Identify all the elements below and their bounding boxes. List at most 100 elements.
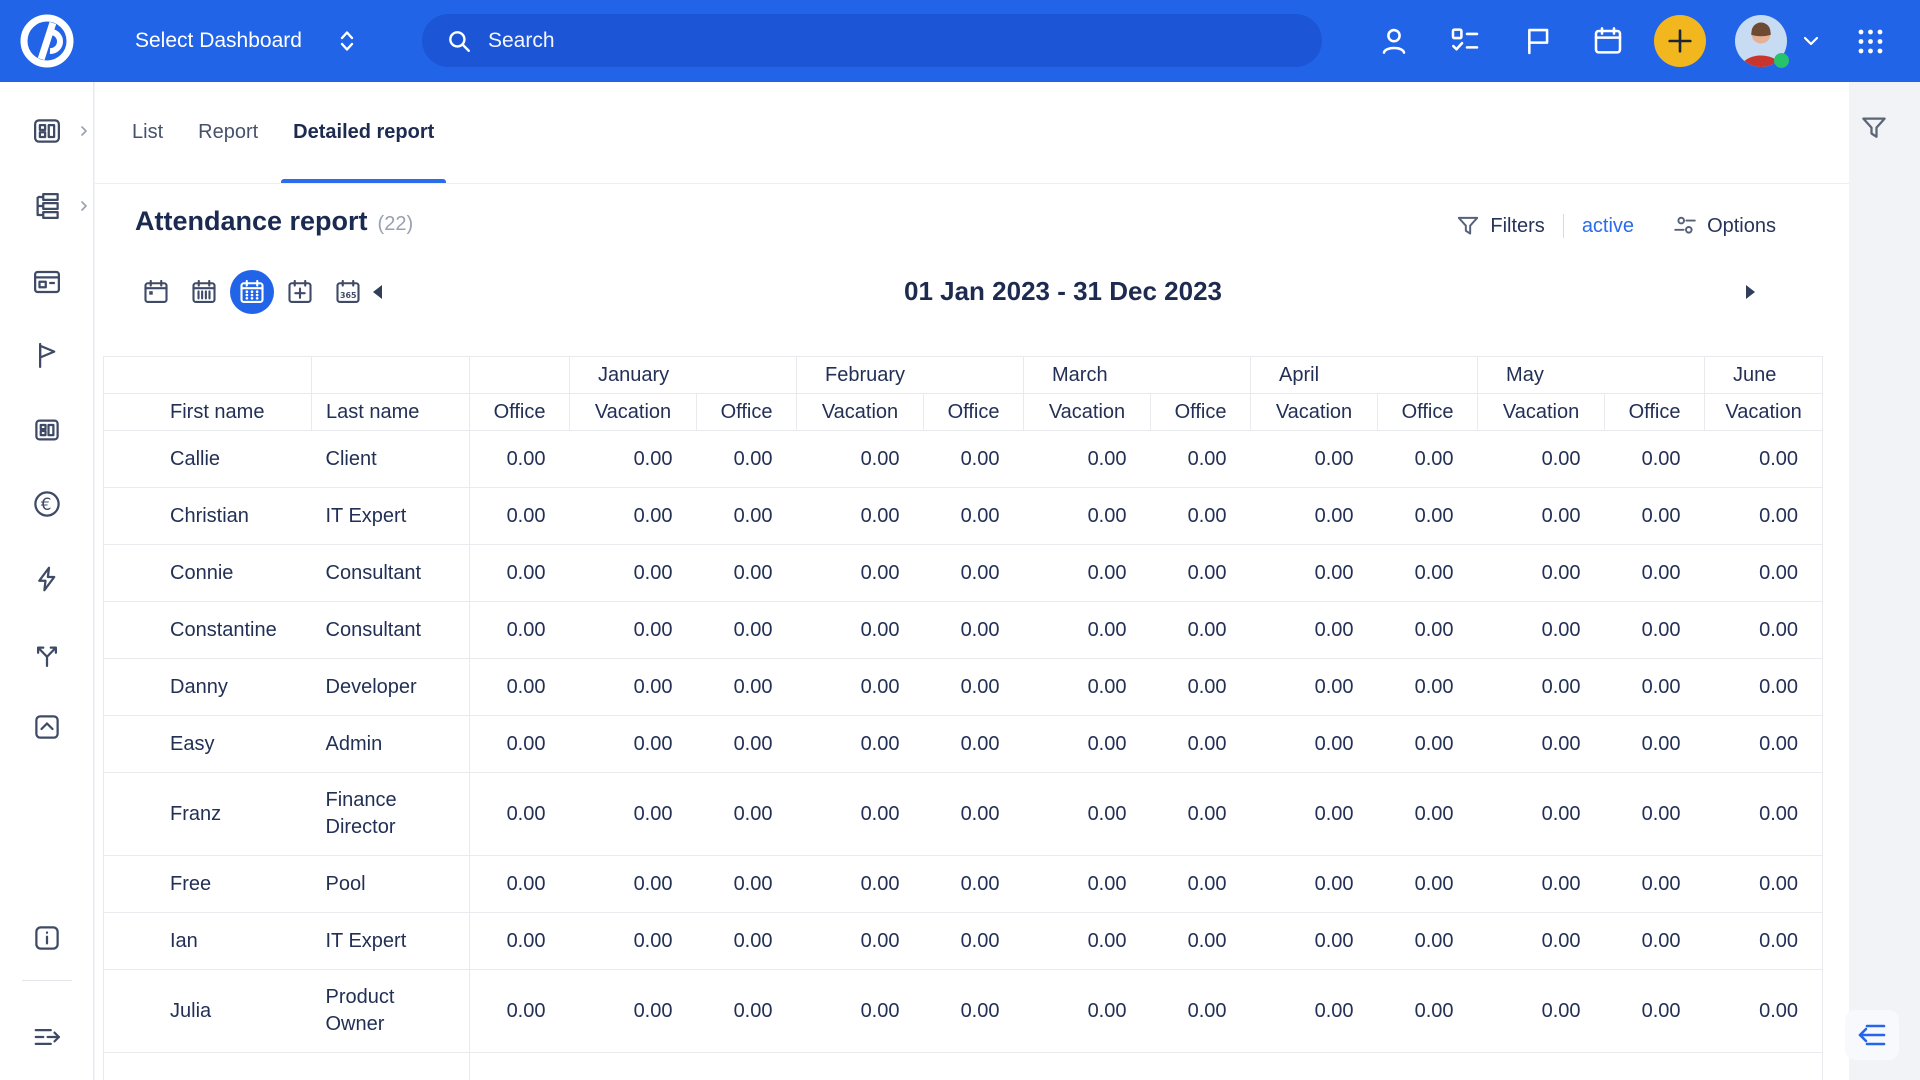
cell-last-name: Consultant: [312, 602, 470, 659]
cell-value: 0.00: [924, 431, 1024, 488]
calendar-icon[interactable]: [1592, 25, 1624, 57]
user-icon[interactable]: [1378, 25, 1410, 57]
tab-report[interactable]: Report: [186, 82, 270, 183]
sidebar-item-panels[interactable]: [32, 415, 62, 445]
cell-value: 0.00: [924, 856, 1024, 913]
options-button[interactable]: Options: [1672, 213, 1776, 239]
cell-value: 0.00: [470, 716, 570, 773]
month-header: January: [570, 357, 797, 394]
view-month-button[interactable]: [233, 270, 271, 314]
report-header: Attendance report (22): [135, 206, 413, 237]
info-icon[interactable]: [32, 923, 62, 953]
flag-icon[interactable]: [1522, 25, 1554, 57]
cell-value: 0.00: [797, 856, 924, 913]
app-logo[interactable]: [19, 13, 75, 69]
cell-value: 0.00: [1251, 913, 1378, 970]
next-period-button[interactable]: [1742, 283, 1758, 301]
cell-value: 0.00: [1705, 773, 1823, 856]
view-day-button[interactable]: [137, 270, 175, 314]
rail-filter-funnel-icon[interactable]: [1859, 113, 1889, 143]
cell-value: 0.00: [797, 659, 924, 716]
month-header: April: [1251, 357, 1478, 394]
cell-last-name: IT Expert: [312, 913, 470, 970]
cell-value: 0.00: [697, 913, 797, 970]
collapse-panel-button[interactable]: [1845, 1010, 1899, 1060]
chevron-right-icon[interactable]: [76, 198, 92, 214]
cell-value: 0.00: [1024, 488, 1151, 545]
view-week-button[interactable]: [185, 270, 223, 314]
dashboard-selector[interactable]: Select Dashboard: [135, 0, 356, 82]
cell-value: 0.00: [470, 913, 570, 970]
cell-value: 0.00: [1605, 773, 1705, 856]
cell-value: 0.00: [570, 970, 697, 1053]
cell-value: 0.00: [1151, 545, 1251, 602]
cell-value: 0.00: [470, 773, 570, 856]
cell-value: 0.00: [1378, 545, 1478, 602]
sidebar-item-org-structure[interactable]: [32, 191, 62, 221]
cell-value: 0.00: [570, 659, 697, 716]
cell-value: 0.00: [797, 716, 924, 773]
cell-value: 0.00: [1151, 913, 1251, 970]
filters-button[interactable]: Filters: [1455, 213, 1544, 239]
table-row: CallieClient0.000.000.000.000.000.000.00…: [104, 431, 1823, 488]
expand-menu-icon[interactable]: [32, 1022, 62, 1052]
sidebar: €: [0, 82, 94, 1080]
avatar[interactable]: [1735, 15, 1787, 67]
apps-grid-icon[interactable]: [1857, 28, 1884, 55]
report-actions: Filters active Options: [1455, 210, 1776, 242]
cell-value: 0.00: [570, 431, 697, 488]
cell-first-name: Franz: [104, 773, 312, 856]
view-custom-range-button[interactable]: [281, 270, 319, 314]
table-body: CallieClient0.000.000.000.000.000.000.00…: [104, 431, 1823, 1080]
cell-value: 0.00: [797, 773, 924, 856]
sidebar-item-export[interactable]: [32, 712, 62, 742]
checklist-icon[interactable]: [1449, 25, 1481, 57]
cell-value: 0.00: [1605, 431, 1705, 488]
view-year-button[interactable]: 365: [329, 270, 367, 314]
search-icon: [446, 28, 472, 54]
avatar-chevron-down-icon[interactable]: [1802, 34, 1820, 48]
cell-value: 0.00: [1151, 716, 1251, 773]
add-button[interactable]: [1654, 15, 1706, 67]
column-header-office: Office: [470, 394, 570, 431]
cell-value: 0.00: [1605, 488, 1705, 545]
sidebar-item-workflows[interactable]: [32, 639, 62, 669]
cell-value: 0.00: [1478, 431, 1605, 488]
column-header-last-name: Last name: [312, 394, 470, 431]
sidebar-item-planner[interactable]: [32, 267, 62, 297]
sidebar-item-quick-actions[interactable]: [32, 564, 62, 594]
cell-value: 0.00: [924, 602, 1024, 659]
tab-label: Detailed report: [293, 121, 434, 144]
table-row: FreePool0.000.000.000.000.000.000.000.00…: [104, 856, 1823, 913]
search-bar[interactable]: [422, 14, 1322, 67]
cell-value: 0.00: [1151, 659, 1251, 716]
cell-value: [570, 1053, 697, 1080]
month-header-row: January February March April May June: [104, 357, 1823, 394]
record-count: (22): [378, 213, 414, 236]
cell-value: 0.00: [1151, 773, 1251, 856]
cell-value: 0.00: [1378, 659, 1478, 716]
cell-value: 0.00: [1024, 913, 1151, 970]
attendance-table: January February March April May June Fi…: [103, 356, 1823, 1080]
chevron-right-icon[interactable]: [76, 123, 92, 139]
cell-value: 0.00: [1378, 856, 1478, 913]
search-input[interactable]: [488, 29, 1188, 53]
tab-detailed-report[interactable]: Detailed report: [281, 82, 446, 183]
cell-value: 0.00: [797, 602, 924, 659]
cell-value: 0.00: [1024, 545, 1151, 602]
sidebar-item-dashboard[interactable]: [32, 116, 62, 146]
cell-first-name: Danny: [104, 659, 312, 716]
cell-value: 0.00: [697, 773, 797, 856]
cell-value: [1705, 1053, 1823, 1080]
date-range[interactable]: 01 Jan 2023 - 31 Dec 2023: [377, 276, 1749, 307]
sidebar-item-finance[interactable]: €: [32, 489, 62, 519]
tab-list[interactable]: List: [120, 82, 175, 183]
filters-active-link[interactable]: active: [1582, 215, 1634, 238]
cell-value: 0.00: [570, 488, 697, 545]
cell-value: 0.00: [1705, 716, 1823, 773]
sidebar-item-milestones[interactable]: [32, 340, 62, 370]
cell-first-name: Connie: [104, 545, 312, 602]
column-header-vacation: Vacation: [1705, 394, 1823, 431]
cell-value: 0.00: [1478, 659, 1605, 716]
cell-value: [1251, 1053, 1378, 1080]
